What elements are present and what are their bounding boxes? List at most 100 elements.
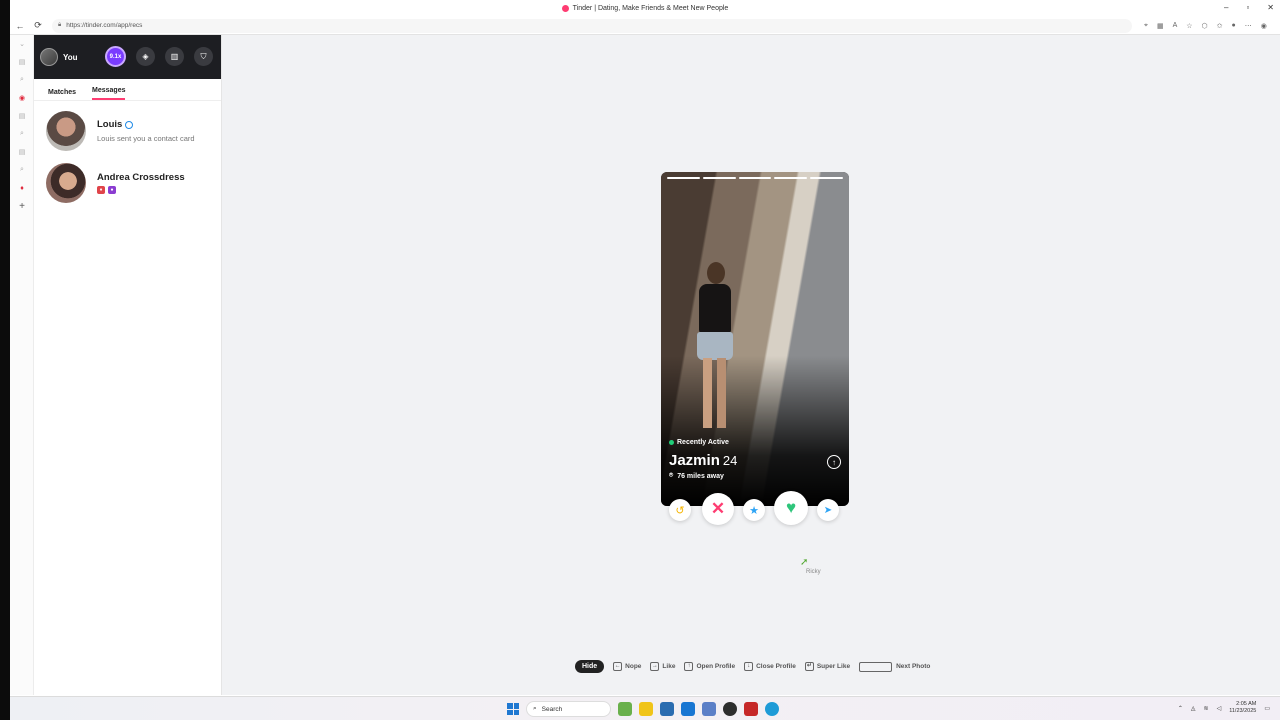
network-app-icon[interactable] <box>702 702 716 716</box>
network-icon[interactable]: ◬ <box>1191 705 1196 712</box>
wifi-icon[interactable]: ≋ <box>1204 705 1209 712</box>
edge-browser-icon[interactable] <box>765 702 779 716</box>
close-button[interactable]: ✕ <box>1267 3 1274 12</box>
search-tab-icon[interactable]: ⌕ <box>10 71 34 89</box>
tinder-favicon-icon <box>561 5 569 12</box>
header-buttons: 9.1x ◈ ▥ ⛉ <box>105 46 213 67</box>
photo-progress-segment[interactable] <box>774 177 808 179</box>
person-figure <box>691 262 739 432</box>
notification-icon[interactable]: ▭ <box>1264 705 1270 712</box>
collapse-chevron-icon[interactable]: ⌄ <box>10 35 34 53</box>
distance-text: 76 miles away <box>677 472 724 480</box>
list-item[interactable]: Louis Louis sent you a contact card <box>34 105 221 157</box>
badge-icon: ♦ <box>97 186 105 194</box>
maximize-button[interactable]: ▫ <box>1246 3 1249 12</box>
sidebar-tabs: Matches Messages <box>34 79 221 101</box>
taskbar-apps: ⌕ Search <box>507 701 779 717</box>
badges: ♦ ● <box>97 186 185 194</box>
url-field[interactable]: 🔒︎ https://tinder.com/app/recs <box>52 18 1132 33</box>
nope-button[interactable]: ✕ <box>702 493 734 525</box>
keyboard-hints: Hide ← Nope → Like ↑ Open Profile ↓ Close Pr… <box>575 660 930 673</box>
outlook-icon[interactable] <box>681 702 695 716</box>
rewind-button[interactable]: ↺ <box>669 499 691 521</box>
super-like-button[interactable]: ★ <box>743 499 765 521</box>
copilot-icon[interactable]: ◉ <box>1261 22 1267 30</box>
address-bar-icons: ⌖ ▦ A ☆ ⬡ ✩ ● ⋯ ◉ <box>1144 22 1267 30</box>
search-tab-icon[interactable]: ⌕ <box>10 161 34 179</box>
clock[interactable]: 2:05 AM 11/23/2025 <box>1229 701 1256 715</box>
left-key-icon: ← <box>613 662 623 671</box>
search-tab-icon[interactable]: ⌕ <box>10 125 34 143</box>
new-tab-plus-icon[interactable]: + <box>10 197 34 215</box>
badge-icon: ● <box>108 186 116 194</box>
profile-icon[interactable]: ● <box>1232 22 1236 30</box>
photo-progress-segment[interactable] <box>667 177 700 179</box>
main-area: Recently Active Jazmin 24 ↑ ⌾ 76 miles aw… <box>222 35 1280 695</box>
tab-icon[interactable]: ▤ <box>10 143 34 161</box>
apps-icon[interactable]: ▦ <box>1157 22 1164 30</box>
tray-chevron-icon[interactable]: ⌃ <box>1178 705 1183 712</box>
tab-messages[interactable]: Messages <box>92 87 126 100</box>
record-tab-icon[interactable]: ◉ <box>10 89 34 107</box>
avatar <box>46 111 86 151</box>
back-arrow-icon[interactable]: ← <box>12 18 28 34</box>
widget-icon[interactable] <box>618 702 632 716</box>
tab-matches[interactable]: Matches <box>48 89 76 100</box>
verified-badge-icon <box>125 120 134 129</box>
file-explorer-icon[interactable] <box>639 702 653 716</box>
profile-label[interactable]: You <box>63 53 78 62</box>
more-menu-icon[interactable]: ⋯ <box>1245 22 1252 30</box>
message-name: Andrea Crossdress <box>97 172 185 183</box>
boost-button[interactable]: 9.1x <box>105 46 126 67</box>
photo-progress-segment[interactable] <box>702 177 736 179</box>
store-icon[interactable] <box>660 702 674 716</box>
obs-icon[interactable] <box>723 702 737 716</box>
explore-compass-icon[interactable]: ◈ <box>136 47 155 66</box>
media-app-icon[interactable] <box>744 702 758 716</box>
extensions-icon[interactable]: ⬡ <box>1202 22 1208 30</box>
tab-icon[interactable]: ▤ <box>10 53 34 71</box>
favorites-icon[interactable]: ✩ <box>1217 22 1223 30</box>
status-text: Recently Active <box>677 439 729 446</box>
hint-label: Like <box>662 663 676 670</box>
search-input[interactable]: ⌕ Search <box>526 701 611 717</box>
tinder-tab-icon[interactable]: ♦ <box>10 179 34 197</box>
photo-progress-segment[interactable] <box>810 177 843 179</box>
right-key-icon: → <box>650 662 660 671</box>
profile-name: Jazmin 24 <box>669 452 737 469</box>
refresh-icon[interactable]: ⟳ <box>30 18 46 34</box>
location-icon[interactable]: ⌖ <box>1144 22 1148 30</box>
like-button[interactable]: ♥ <box>774 491 808 525</box>
list-item[interactable]: Andrea Crossdress ♦ ● <box>34 157 221 209</box>
title-bar: Tinder | Dating, Make Friends & Meet New… <box>10 0 1280 17</box>
hint-open-profile: ↑ Open Profile <box>684 662 735 671</box>
work-briefcase-icon[interactable]: ▥ <box>165 47 184 66</box>
clock-date: 11/23/2025 <box>1229 708 1257 714</box>
favorite-star-icon[interactable]: ☆ <box>1186 22 1192 30</box>
volume-icon[interactable]: ◁ <box>1217 705 1222 712</box>
hint-label: Nope <box>625 663 642 670</box>
tinder-sidebar: You 9.1x ◈ ▥ ⛉ Matches Messages Louis Lo… <box>34 35 222 695</box>
active-dot-icon <box>669 440 674 445</box>
sidebar-header: You 9.1x ◈ ▥ ⛉ <box>34 35 221 79</box>
tab-icon[interactable]: ▤ <box>10 107 34 125</box>
boost-send-button[interactable]: ➤ <box>817 499 839 521</box>
profile-name-text: Jazmin <box>669 452 720 469</box>
boost-label: 9.1x <box>109 53 122 60</box>
hide-hints-button[interactable]: Hide <box>575 660 605 673</box>
safety-shield-icon[interactable]: ⛉ <box>194 47 213 66</box>
clock-time: 2:05 AM <box>1236 701 1257 707</box>
read-aloud-icon[interactable]: A <box>1173 22 1178 30</box>
minimize-button[interactable]: – <box>1224 3 1228 12</box>
message-name-text: Louis <box>97 119 123 130</box>
photo-progress-segment[interactable] <box>738 177 772 179</box>
profile-card[interactable]: Recently Active Jazmin 24 ↑ ⌾ 76 miles aw… <box>661 172 849 506</box>
avatar <box>46 163 86 203</box>
search-icon: ⌕ <box>533 705 537 712</box>
message-preview: Louis sent you a contact card <box>97 134 195 143</box>
search-placeholder: Search <box>541 705 563 713</box>
windows-start-icon[interactable] <box>507 703 519 715</box>
hint-next-photo: Next Photo <box>859 661 930 672</box>
open-profile-arrow-icon[interactable]: ↑ <box>827 455 841 469</box>
avatar[interactable] <box>40 48 58 66</box>
